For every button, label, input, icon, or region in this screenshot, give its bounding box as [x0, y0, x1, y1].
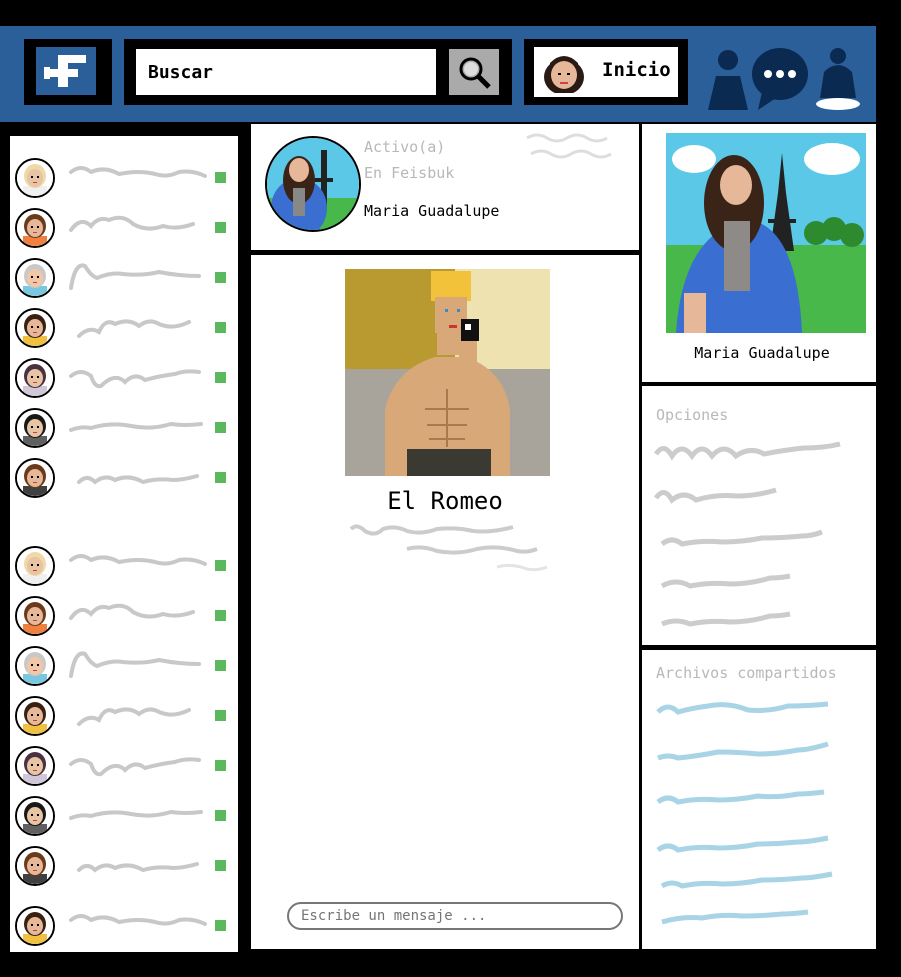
contact-avatar: [15, 308, 55, 348]
contact-name-scribble: [77, 707, 191, 726]
online-status-dot: [215, 372, 226, 383]
contacts-panel: [10, 136, 238, 952]
contact-avatar: [15, 546, 55, 586]
contact-name-scribble: [77, 862, 199, 873]
chat-contact-name[interactable]: Maria Guadalupe: [364, 202, 499, 220]
contact-item[interactable]: [15, 746, 235, 786]
nav-icons: [708, 48, 860, 110]
online-status-dot: [215, 920, 226, 931]
message-scribble: [349, 524, 548, 572]
chat-body: El Romeo: [251, 255, 639, 949]
chat-status-network: En Feisbuk: [364, 164, 455, 182]
messages-icon[interactable]: [752, 48, 808, 110]
contact-item[interactable]: [15, 358, 235, 398]
search-input[interactable]: [136, 49, 436, 95]
online-status-dot: [215, 860, 226, 871]
profile-picture[interactable]: [666, 133, 866, 333]
online-status-dot: [215, 472, 226, 483]
contact-item[interactable]: [15, 158, 235, 198]
contact-name-scribble: [69, 651, 201, 678]
chat-header-scribble: [526, 133, 612, 159]
online-status-dot: [215, 422, 226, 433]
search-icon: [459, 57, 491, 89]
online-status-dot: [215, 660, 226, 671]
contact-name-scribble: [69, 215, 195, 232]
contact-item[interactable]: [15, 696, 235, 736]
online-status-dot: [215, 222, 226, 233]
contact-name-scribble: [69, 603, 195, 620]
contact-name-scribble: [69, 263, 201, 290]
contact-name-scribble: [69, 757, 201, 777]
contact-avatar: [15, 158, 55, 198]
contact-item[interactable]: [15, 208, 235, 248]
contact-avatar: [15, 796, 55, 836]
home-label: Inicio: [602, 59, 671, 81]
online-status-dot: [215, 560, 226, 571]
contact-avatar: [15, 596, 55, 636]
contact-item[interactable]: [15, 646, 235, 686]
options-list: [653, 441, 841, 627]
chat-status: Activo(a): [364, 138, 446, 156]
logo-icon[interactable]: [24, 39, 112, 105]
contact-item[interactable]: [15, 258, 235, 298]
home-button[interactable]: Inicio: [524, 39, 688, 105]
online-status-dot: [215, 810, 226, 821]
contact-name-scribble: [69, 369, 201, 389]
shared-photo[interactable]: [345, 269, 550, 476]
chat-contact-avatar[interactable]: [265, 136, 361, 232]
contact-item[interactable]: [15, 796, 235, 836]
friends-icon[interactable]: [708, 50, 748, 110]
online-status-dot: [215, 172, 226, 183]
contact-avatar: [15, 846, 55, 886]
contact-item[interactable]: [15, 458, 235, 498]
contact-avatar: [15, 408, 55, 448]
contact-avatar: [15, 208, 55, 248]
shared-files-title: Archivos compartidos: [656, 664, 837, 682]
online-status-dot: [215, 710, 226, 721]
contact-item[interactable]: [15, 308, 235, 348]
photo-caption: El Romeo: [387, 487, 503, 515]
contact-avatar: [15, 696, 55, 736]
contact-item[interactable]: [15, 906, 235, 946]
contact-item[interactable]: [15, 846, 235, 886]
search-button[interactable]: [449, 49, 499, 95]
contact-name-scribble: [69, 809, 203, 820]
chat-header: Activo(a) En Feisbuk Maria Guadalupe: [251, 124, 639, 250]
contact-name-scribble: [69, 554, 207, 566]
contact-name-scribble: [69, 421, 203, 432]
shared-files-list: [656, 701, 833, 925]
contact-avatar: [15, 358, 55, 398]
user-avatar: [540, 51, 588, 93]
contact-name-scribble: [77, 319, 191, 338]
contact-avatar: [15, 646, 55, 686]
online-status-dot: [215, 322, 226, 333]
contact-item[interactable]: [15, 546, 235, 586]
profile-card: Maria Guadalupe: [642, 124, 876, 382]
notifications-icon[interactable]: [816, 48, 860, 110]
contact-avatar: [15, 746, 55, 786]
contact-item[interactable]: [15, 408, 235, 448]
contact-avatar: [15, 906, 55, 946]
message-input[interactable]: [287, 902, 623, 930]
contact-name-scribble: [69, 914, 207, 926]
top-bar: Inicio: [0, 26, 876, 122]
online-status-dot: [215, 760, 226, 771]
contact-name-scribble: [69, 166, 207, 178]
profile-name: Maria Guadalupe: [694, 344, 830, 362]
contact-name-scribble: [77, 474, 199, 485]
shared-files-panel: Archivos compartidos: [642, 650, 876, 949]
options-title: Opciones: [656, 406, 729, 424]
contact-avatar: [15, 258, 55, 298]
options-panel: Opciones: [642, 386, 876, 645]
online-status-dot: [215, 610, 226, 621]
search-bar: [124, 39, 512, 105]
online-status-dot: [215, 272, 226, 283]
contact-avatar: [15, 458, 55, 498]
contact-item[interactable]: [15, 596, 235, 636]
